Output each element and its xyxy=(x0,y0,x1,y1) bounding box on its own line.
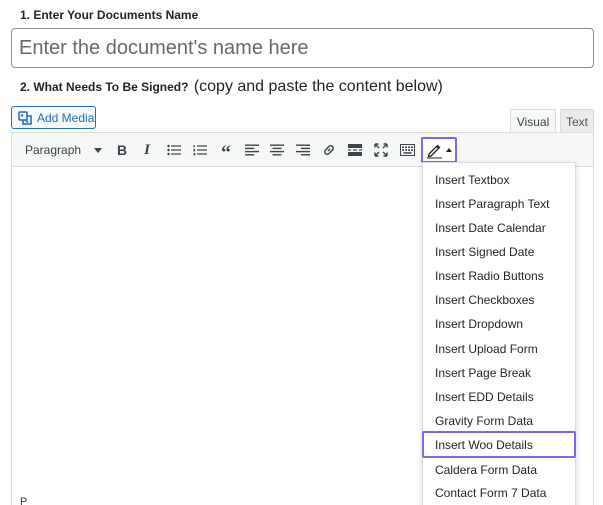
document-name-label: 1. Enter Your Documents Name xyxy=(20,8,199,22)
dropdown-item[interactable]: Insert Date Calendar xyxy=(435,221,546,235)
tab-text[interactable]: Text xyxy=(560,109,594,133)
dropdown-item[interactable]: Insert Page Break xyxy=(435,366,531,380)
content-label-note: (copy and paste the content below) xyxy=(193,78,443,95)
dropdown-item[interactable]: Insert Radio Buttons xyxy=(435,269,544,283)
format-select-value: Paragraph xyxy=(25,143,82,157)
dropdown-item[interactable]: Insert Textbox xyxy=(435,173,509,187)
pencil-sign-icon xyxy=(427,144,442,158)
bold-icon[interactable]: B xyxy=(111,140,133,160)
dropdown-item[interactable]: Insert EDD Details xyxy=(435,390,534,404)
dropdown-item[interactable]: Insert Upload Form xyxy=(435,342,538,356)
italic-icon[interactable]: I xyxy=(136,140,158,160)
dropdown-item[interactable]: Insert Checkboxes xyxy=(435,293,534,307)
editor-status-path: P xyxy=(20,496,28,505)
signature-fields-menu-button[interactable] xyxy=(421,137,457,163)
dropdown-item[interactable]: Insert Paragraph Text xyxy=(435,197,550,211)
dropdown-item[interactable]: Insert Woo Details xyxy=(435,438,533,452)
dropdown-item[interactable]: Caldera Form Data xyxy=(435,463,537,477)
link-icon[interactable] xyxy=(318,140,340,160)
chevron-down-icon xyxy=(94,148,102,153)
blockquote-icon[interactable]: “ xyxy=(215,140,237,163)
content-label-title: 2. What Needs To Be Signed? xyxy=(20,80,189,94)
dropdown-item[interactable]: Contact Form 7 Data xyxy=(435,486,546,500)
format-select[interactable]: Paragraph xyxy=(17,139,107,161)
align-right-icon[interactable] xyxy=(292,140,314,160)
caret-up-icon xyxy=(446,148,452,152)
align-left-icon[interactable] xyxy=(241,140,263,160)
read-more-icon[interactable] xyxy=(344,140,366,160)
add-media-button[interactable]: Add Media xyxy=(11,106,96,129)
content-label: 2. What Needs To Be Signed? (copy and pa… xyxy=(20,78,443,96)
tab-visual[interactable]: Visual xyxy=(510,109,556,133)
toolbar-toggle-icon[interactable] xyxy=(396,140,418,160)
align-center-icon[interactable] xyxy=(266,140,288,160)
dropdown-item[interactable]: Gravity Form Data xyxy=(435,414,533,428)
numbered-list-icon[interactable] xyxy=(189,140,211,160)
add-media-label: Add Media xyxy=(37,110,95,125)
bullet-list-icon[interactable] xyxy=(163,140,185,160)
signature-fields-dropdown: Insert Textbox Insert Paragraph Text Inser… xyxy=(422,162,576,505)
fullscreen-icon[interactable] xyxy=(370,140,392,160)
dropdown-item[interactable]: Insert Signed Date xyxy=(435,245,534,259)
dropdown-item[interactable]: Insert Dropdown xyxy=(435,317,523,331)
media-icon xyxy=(18,110,32,125)
document-name-input[interactable] xyxy=(11,28,594,68)
